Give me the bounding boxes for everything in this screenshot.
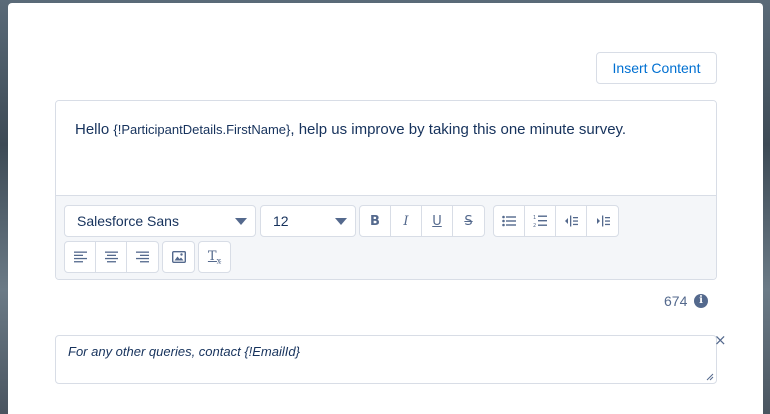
insert-image-button[interactable] [163, 242, 194, 272]
image-icon [171, 251, 186, 263]
italic-icon: I [403, 213, 409, 229]
info-icon[interactable]: i [694, 294, 708, 308]
insert-image-group [162, 241, 195, 273]
clear-format-group: Tx [198, 241, 231, 273]
outdent-button[interactable] [556, 206, 587, 236]
chevron-down-icon [235, 218, 247, 225]
clear-formatting-icon: Tx [207, 248, 222, 266]
align-right-button[interactable] [127, 242, 158, 272]
underline-button[interactable]: U [422, 206, 453, 236]
bold-icon: B [370, 213, 380, 229]
align-left-icon [73, 251, 87, 263]
numbered-list-icon: 12 [533, 215, 547, 228]
svg-text:2: 2 [533, 223, 536, 228]
align-center-icon [104, 251, 118, 263]
font-family-value: Salesforce Sans [77, 213, 179, 229]
strikethrough-button[interactable]: S [453, 206, 484, 236]
insert-content-button[interactable]: Insert Content [596, 52, 717, 84]
strikethrough-icon: S [464, 213, 473, 229]
align-center-button[interactable] [96, 242, 127, 272]
format-button-group: B I U S [359, 205, 485, 237]
clear-formatting-button[interactable]: Tx [199, 242, 230, 272]
rich-text-editor: Hello {!ParticipantDetails.FirstName}, h… [55, 100, 717, 280]
italic-button[interactable]: I [391, 206, 422, 236]
list-button-group: 12 [493, 205, 619, 237]
align-right-icon [136, 251, 149, 263]
bulleted-list-button[interactable] [494, 206, 525, 236]
font-size-value: 12 [273, 213, 289, 229]
font-size-select[interactable]: 12 [260, 205, 356, 237]
font-family-select[interactable]: Salesforce Sans [64, 205, 256, 237]
merge-field: {!ParticipantDetails.FirstName} [113, 122, 291, 137]
resize-handle-icon[interactable] [706, 373, 714, 381]
indent-icon [596, 215, 610, 227]
svg-text:1: 1 [533, 215, 536, 221]
indent-button[interactable] [587, 206, 618, 236]
editor-content-area[interactable]: Hello {!ParticipantDetails.FirstName}, h… [56, 101, 716, 195]
bulleted-list-icon [502, 215, 516, 227]
editor-text-suffix: , help us improve by taking this one min… [290, 121, 627, 138]
underline-icon: U [432, 213, 442, 229]
editor-text-prefix: Hello [75, 121, 114, 138]
email-content-panel: Insert Content Hello {!ParticipantDetail… [8, 3, 763, 414]
outdent-icon [565, 215, 578, 227]
editor-toolbar: Salesforce Sans 12 B I U S 1 2 Tx [56, 195, 716, 279]
footer-text: For any other queries, contact {!EmailId… [68, 344, 300, 359]
footer-textarea[interactable]: For any other queries, contact {!EmailId… [55, 335, 717, 384]
numbered-list-button[interactable]: 12 [525, 206, 556, 236]
align-left-button[interactable] [65, 242, 96, 272]
close-icon[interactable]: × [714, 331, 727, 349]
character-count: 674 [664, 293, 688, 309]
chevron-down-icon [335, 218, 347, 225]
align-button-group [64, 241, 159, 273]
bold-button[interactable]: B [360, 206, 391, 236]
